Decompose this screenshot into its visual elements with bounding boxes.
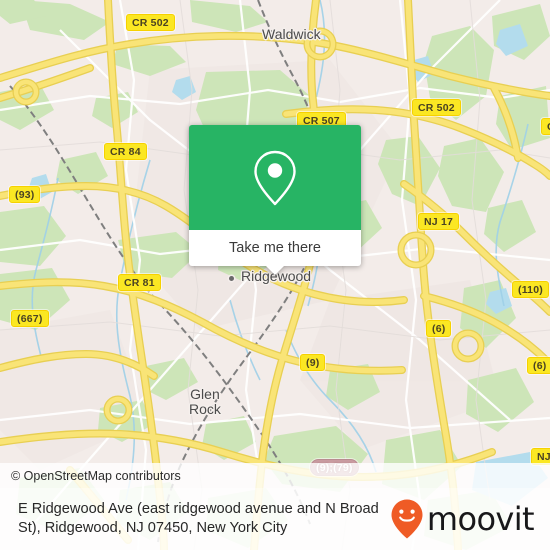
- city-dot-ridgewood: [229, 276, 234, 281]
- road-shield-9: (9): [300, 354, 326, 371]
- road-shield-93: (93): [9, 186, 41, 203]
- place-label-glen-rock: Glen Rock: [189, 386, 221, 417]
- road-shield-6-west: (6): [426, 320, 452, 337]
- moovit-brand[interactable]: moovit: [390, 498, 540, 540]
- footer-bar: E Ridgewood Ave (east ridgewood avenue a…: [0, 488, 550, 550]
- road-shield-cr502-east: CR 502: [412, 99, 461, 116]
- moovit-wordmark: moovit: [426, 500, 535, 538]
- moovit-pin-smiley-icon: [391, 499, 423, 539]
- take-me-there-button[interactable]: Take me there: [189, 230, 361, 275]
- road-shield-cr-edge: C: [541, 118, 550, 135]
- place-label-waldwick: Waldwick: [262, 26, 321, 42]
- road-shield-cr84: CR 84: [104, 143, 147, 160]
- road-shield-6-east: (6): [527, 357, 550, 374]
- road-shield-cr502-north: CR 502: [126, 14, 175, 31]
- popup-hero: [189, 125, 361, 230]
- location-popup-card[interactable]: Take me there: [189, 125, 361, 275]
- road-shield-cr81: CR 81: [118, 274, 161, 291]
- moovit-map-screenshot: Waldwick Ridgewood Glen Rock CR 502 CR 50…: [0, 0, 550, 550]
- popup-pointer-tail: [265, 265, 285, 275]
- road-shield-667: (667): [11, 310, 49, 327]
- road-shield-110: (110): [512, 281, 549, 298]
- osm-attribution-text: © OpenStreetMap contributors: [11, 468, 181, 483]
- road-shield-nj17-north: NJ 17: [418, 213, 460, 230]
- take-me-there-label: Take me there: [229, 240, 321, 256]
- osm-attribution-bar: © OpenStreetMap contributors: [0, 463, 550, 488]
- address-text: E Ridgewood Ave (east ridgewood avenue a…: [18, 501, 379, 536]
- map-pin-icon: [254, 150, 296, 205]
